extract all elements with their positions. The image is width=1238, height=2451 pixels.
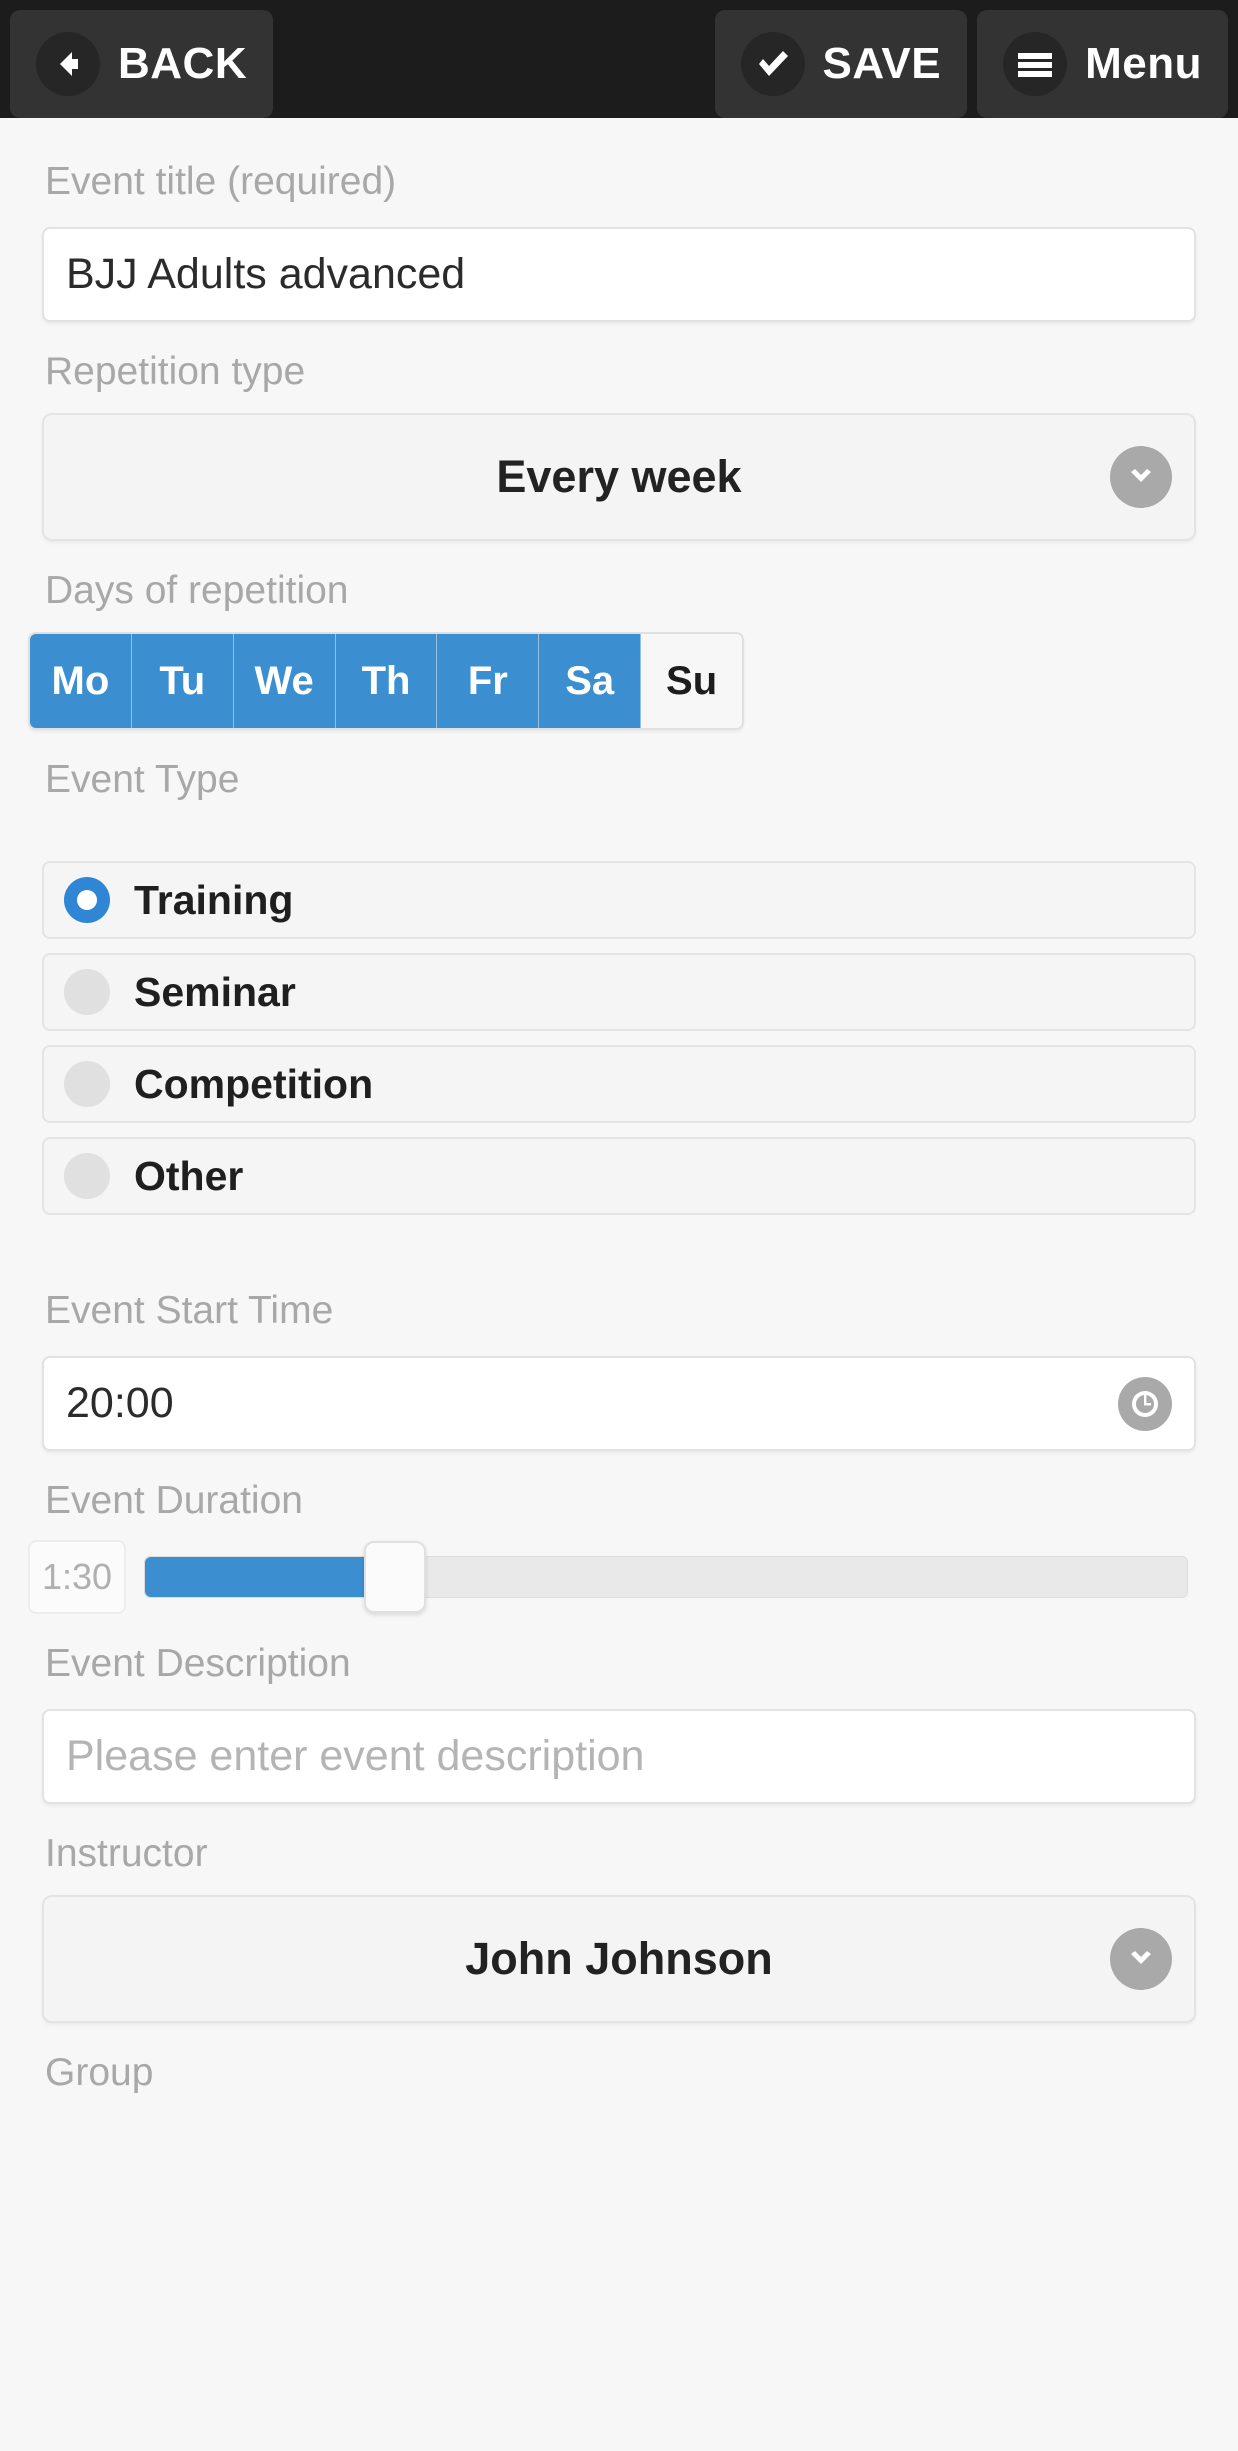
event-duration-value: 1:30 bbox=[28, 1540, 126, 1614]
repetition-type-value: Every week bbox=[496, 451, 742, 502]
day-toggle-tu[interactable]: Tu bbox=[131, 634, 234, 728]
day-toggle-we[interactable]: We bbox=[233, 634, 336, 728]
event-form: Event title (required) BJJ Adults advanc… bbox=[0, 118, 1238, 2092]
day-toggle-fr[interactable]: Fr bbox=[437, 634, 540, 728]
radio-unselected-icon[interactable] bbox=[64, 1061, 110, 1107]
event-title-input[interactable]: BJJ Adults advanced bbox=[42, 227, 1196, 322]
menu-button-label: Menu bbox=[1085, 39, 1202, 88]
days-of-repetition-label: Days of repetition bbox=[45, 569, 349, 612]
instructor-value: John Johnson bbox=[465, 1933, 773, 1984]
arrow-left-icon bbox=[36, 32, 100, 96]
event-description-input[interactable]: Please enter event description bbox=[42, 1709, 1196, 1804]
event-title-value: BJJ Adults advanced bbox=[66, 250, 466, 298]
day-toggle-th[interactable]: Th bbox=[335, 634, 438, 728]
event-description-placeholder: Please enter event description bbox=[66, 1732, 645, 1780]
days-of-repetition-selector: Mo Tu We Th Fr Sa Su bbox=[28, 632, 744, 730]
day-toggle-su[interactable]: Su bbox=[641, 634, 742, 728]
clock-icon[interactable] bbox=[1118, 1376, 1172, 1431]
instructor-select[interactable]: John Johnson bbox=[42, 1895, 1196, 2023]
slider-fill bbox=[145, 1557, 396, 1597]
back-button[interactable]: BACK bbox=[10, 10, 274, 118]
event-type-label: Event Type bbox=[45, 758, 240, 801]
slider-thumb[interactable] bbox=[364, 1541, 427, 1613]
event-type-option-training[interactable]: Training bbox=[42, 861, 1196, 939]
save-button[interactable]: SAVE bbox=[714, 10, 968, 118]
repetition-type-select[interactable]: Every week bbox=[42, 413, 1196, 541]
day-toggle-sa[interactable]: Sa bbox=[539, 634, 642, 728]
event-type-option-label: Training bbox=[134, 876, 294, 923]
event-duration-slider[interactable] bbox=[144, 1541, 1188, 1613]
radio-unselected-icon[interactable] bbox=[64, 1153, 110, 1199]
group-label: Group bbox=[45, 2051, 154, 2094]
hamburger-icon bbox=[1003, 32, 1068, 96]
event-type-option-seminar[interactable]: Seminar bbox=[42, 953, 1196, 1031]
event-start-time-value: 20:00 bbox=[66, 1379, 174, 1427]
topbar-actions: SAVE Menu bbox=[714, 10, 1228, 118]
save-button-label: SAVE bbox=[822, 39, 942, 88]
day-toggle-mo[interactable]: Mo bbox=[30, 634, 132, 728]
top-navigation-bar: BACK SAVE Menu bbox=[0, 0, 1238, 118]
event-start-time-label: Event Start Time bbox=[45, 1289, 334, 1332]
radio-selected-icon[interactable] bbox=[64, 877, 110, 923]
event-duration-control: 1:30 bbox=[28, 1540, 1196, 1614]
event-description-label: Event Description bbox=[45, 1642, 351, 1685]
event-title-label: Event title (required) bbox=[45, 160, 397, 203]
event-type-option-other[interactable]: Other bbox=[42, 1137, 1196, 1215]
chevron-down-icon[interactable] bbox=[1110, 446, 1172, 508]
event-type-radio-group: Training Seminar Competition Other bbox=[0, 861, 1238, 1215]
event-start-time-input[interactable]: 20:00 bbox=[42, 1356, 1196, 1451]
radio-unselected-icon[interactable] bbox=[64, 969, 110, 1015]
repetition-type-label: Repetition type bbox=[45, 350, 306, 393]
instructor-label: Instructor bbox=[45, 1832, 208, 1875]
check-icon bbox=[740, 32, 805, 96]
back-button-label: BACK bbox=[118, 39, 248, 88]
chevron-down-icon[interactable] bbox=[1110, 1928, 1172, 1990]
event-duration-label: Event Duration bbox=[45, 1479, 303, 1522]
menu-button[interactable]: Menu bbox=[977, 10, 1228, 118]
event-type-option-label: Seminar bbox=[134, 968, 296, 1015]
event-type-option-label: Competition bbox=[134, 1060, 374, 1107]
event-type-option-label: Other bbox=[134, 1152, 244, 1199]
event-type-option-competition[interactable]: Competition bbox=[42, 1045, 1196, 1123]
